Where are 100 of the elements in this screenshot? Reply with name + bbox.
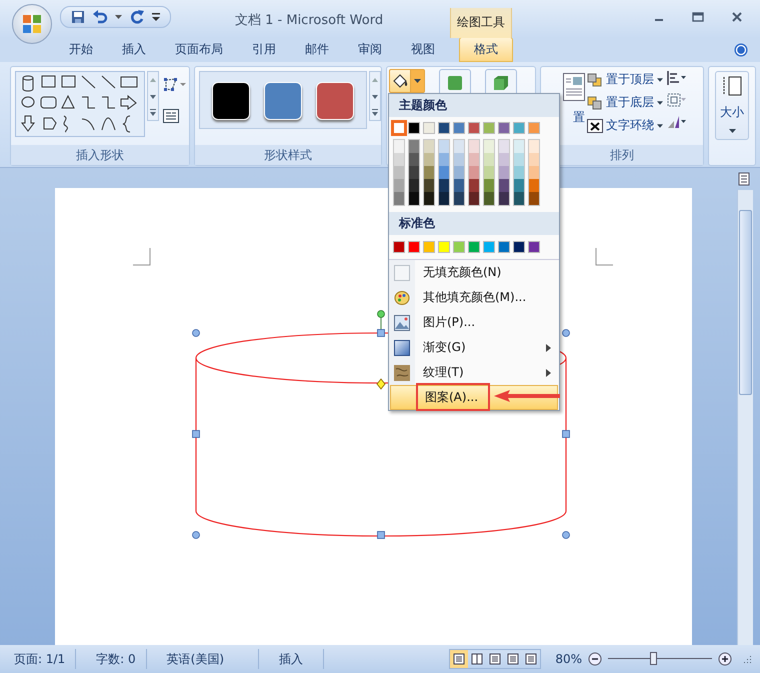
- shade-swatch[interactable]: [424, 192, 434, 205]
- zoom-out-icon[interactable]: [588, 652, 602, 666]
- shade-swatch[interactable]: [394, 192, 404, 205]
- selection-handle[interactable]: [192, 430, 200, 438]
- vertical-scrollbar[interactable]: [737, 190, 753, 645]
- shade-swatch[interactable]: [529, 192, 539, 205]
- menu-item[interactable]: 图片(P)...: [389, 310, 559, 335]
- ruler-icon[interactable]: [738, 172, 750, 186]
- selection-handle[interactable]: [562, 329, 570, 337]
- color-swatch[interactable]: [498, 122, 510, 134]
- shade-swatch[interactable]: [484, 140, 494, 153]
- shade-swatch[interactable]: [484, 192, 494, 205]
- shade-swatch[interactable]: [469, 192, 479, 205]
- shade-swatch[interactable]: [469, 166, 479, 179]
- arrange-command[interactable]: 置于底层: [587, 94, 663, 111]
- ribbon-tab[interactable]: 引用: [241, 37, 287, 62]
- page-count[interactable]: 页面: 1/1: [0, 649, 76, 669]
- customize-toolbar-icon[interactable]: [152, 13, 160, 21]
- size-button[interactable]: 大小: [715, 71, 749, 140]
- menu-item[interactable]: 渐变(G): [389, 335, 559, 360]
- ribbon-tab[interactable]: 插入: [111, 37, 157, 62]
- shade-swatch[interactable]: [454, 192, 464, 205]
- shade-swatch[interactable]: [484, 166, 494, 179]
- shade-swatch[interactable]: [424, 153, 434, 166]
- color-swatch[interactable]: [408, 122, 420, 134]
- color-swatch[interactable]: [483, 122, 495, 134]
- help-icon[interactable]: [734, 43, 748, 57]
- text-box-icon[interactable]: [163, 109, 179, 123]
- ribbon-tab[interactable]: 审阅: [347, 37, 393, 62]
- word-count[interactable]: 字数: 0: [82, 649, 147, 669]
- undo-icon[interactable]: [92, 10, 108, 24]
- shade-swatch[interactable]: [454, 166, 464, 179]
- menu-item[interactable]: 无填充颜色(N): [389, 260, 559, 285]
- shade-swatch[interactable]: [499, 179, 509, 192]
- shade-swatch[interactable]: [499, 140, 509, 153]
- color-swatch[interactable]: [438, 122, 450, 134]
- color-swatch[interactable]: [513, 241, 525, 253]
- shade-swatch[interactable]: [394, 179, 404, 192]
- shade-swatch[interactable]: [439, 179, 449, 192]
- selection-handle[interactable]: [377, 531, 385, 539]
- shade-swatch[interactable]: [499, 192, 509, 205]
- shade-swatch[interactable]: [409, 192, 419, 205]
- shade-swatch[interactable]: [409, 179, 419, 192]
- shade-swatch[interactable]: [439, 166, 449, 179]
- style-swatch[interactable]: [316, 82, 354, 120]
- selection-handle[interactable]: [562, 531, 570, 539]
- shade-swatch[interactable]: [484, 179, 494, 192]
- edit-shape-icon[interactable]: [163, 77, 187, 93]
- selection-handle[interactable]: [192, 329, 200, 337]
- ribbon-tab[interactable]: 格式: [459, 37, 513, 62]
- color-swatch[interactable]: [483, 241, 495, 253]
- save-icon[interactable]: [71, 10, 85, 24]
- group-icon[interactable]: [667, 93, 687, 107]
- selection-handle[interactable]: [192, 531, 200, 539]
- shade-swatch[interactable]: [514, 153, 524, 166]
- redo-icon[interactable]: [129, 9, 145, 25]
- shade-swatch[interactable]: [394, 153, 404, 166]
- zoom-level[interactable]: 80%: [555, 652, 582, 666]
- ribbon-tab[interactable]: 页面布局: [164, 37, 234, 62]
- color-swatch[interactable]: [498, 241, 510, 253]
- office-button[interactable]: [12, 4, 52, 44]
- shade-swatch[interactable]: [409, 140, 419, 153]
- shade-swatch[interactable]: [484, 153, 494, 166]
- menu-item[interactable]: 纹理(T): [389, 360, 559, 385]
- selection-handle[interactable]: [562, 430, 570, 438]
- ribbon-tab[interactable]: 邮件: [294, 37, 340, 62]
- shade-swatch[interactable]: [529, 140, 539, 153]
- color-swatch[interactable]: [453, 122, 465, 134]
- rotation-handle[interactable]: [377, 310, 385, 318]
- arrange-command[interactable]: 置于顶层: [587, 71, 663, 88]
- selection-handle[interactable]: [377, 329, 385, 337]
- shade-swatch[interactable]: [439, 153, 449, 166]
- zoom-in-icon[interactable]: [718, 652, 732, 666]
- maximize-icon[interactable]: [692, 12, 704, 22]
- style-gallery[interactable]: [199, 71, 367, 129]
- view-button[interactable]: [450, 650, 468, 668]
- insert-mode[interactable]: 插入: [265, 649, 324, 669]
- shade-swatch[interactable]: [394, 166, 404, 179]
- adjustment-handle[interactable]: [376, 378, 386, 390]
- arrange-command[interactable]: 文字环绕: [587, 117, 663, 134]
- shade-swatch[interactable]: [514, 140, 524, 153]
- shade-swatch[interactable]: [499, 153, 509, 166]
- shade-swatch[interactable]: [454, 140, 464, 153]
- color-swatch[interactable]: [453, 241, 465, 253]
- shade-swatch[interactable]: [409, 166, 419, 179]
- shade-swatch[interactable]: [529, 179, 539, 192]
- shade-swatch[interactable]: [469, 179, 479, 192]
- color-swatch[interactable]: [513, 122, 525, 134]
- style-swatch[interactable]: [264, 82, 302, 120]
- color-swatch[interactable]: [408, 241, 420, 253]
- shade-swatch[interactable]: [514, 166, 524, 179]
- resize-grip-icon[interactable]: [742, 654, 752, 664]
- shade-swatch[interactable]: [424, 179, 434, 192]
- shade-swatch[interactable]: [499, 166, 509, 179]
- zoom-slider-thumb[interactable]: [650, 652, 657, 665]
- shade-swatch[interactable]: [394, 140, 404, 153]
- shade-swatch[interactable]: [529, 153, 539, 166]
- color-swatch[interactable]: [393, 122, 405, 134]
- caret-icon[interactable]: [115, 15, 122, 19]
- color-swatch[interactable]: [528, 122, 540, 134]
